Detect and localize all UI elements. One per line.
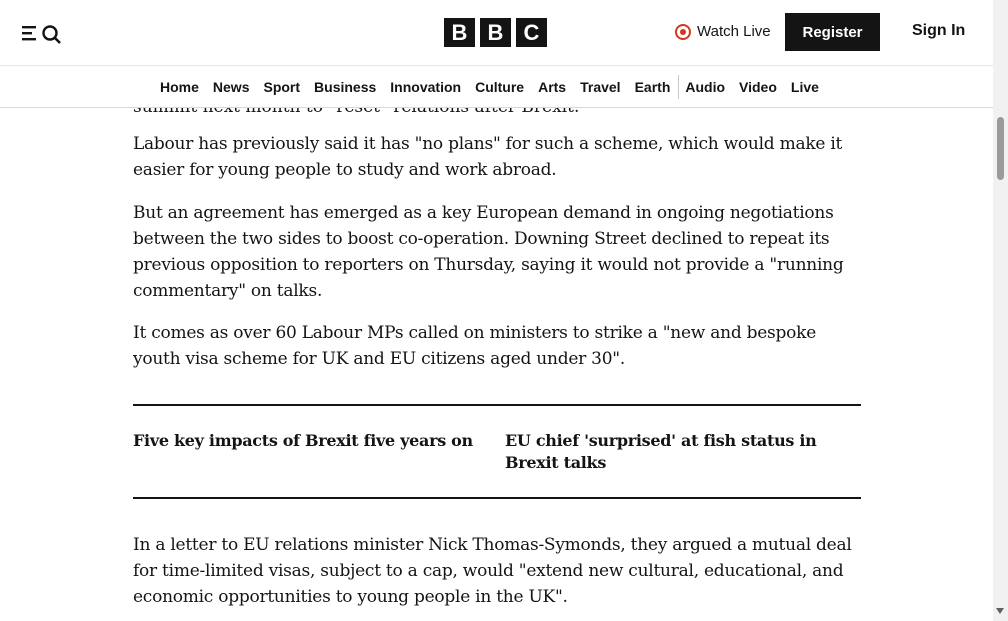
nav-item-audio[interactable]: Audio	[685, 79, 725, 95]
bbc-logo[interactable]: B B C	[444, 18, 547, 47]
nav-item-travel[interactable]: Travel	[580, 79, 620, 95]
nav-item-earth[interactable]: Earth	[635, 79, 671, 95]
article-paragraph: Labour has previously said it has "no pl…	[133, 134, 843, 180]
nav-item-innovation[interactable]: Innovation	[390, 79, 461, 95]
watch-live-label: Watch Live	[697, 23, 771, 40]
logo-letter: B	[444, 18, 475, 47]
watch-live-link[interactable]: Watch Live	[675, 23, 771, 40]
nav-item-home[interactable]: Home	[160, 79, 199, 95]
related-articles: Five key impacts of Brexit five years on…	[133, 404, 861, 499]
nav-item-culture[interactable]: Culture	[475, 79, 524, 95]
search-icon	[42, 25, 61, 44]
menu-search-button[interactable]	[20, 20, 64, 46]
nav-item-sport[interactable]: Sport	[263, 79, 300, 95]
related-article-link[interactable]: EU chief 'surprised' at fish status in B…	[505, 430, 861, 474]
live-dot-icon	[675, 23, 691, 40]
main-navigation: Home News Sport Business Innovation Cult…	[0, 66, 993, 108]
article-paragraph: In a letter to EU relations minister Nic…	[133, 535, 852, 607]
nav-item-live[interactable]: Live	[791, 79, 819, 95]
nav-item-business[interactable]: Business	[314, 79, 376, 95]
nav-items: Home News Sport Business Innovation Cult…	[160, 66, 833, 108]
nav-item-news[interactable]: News	[213, 79, 250, 95]
logo-letter: C	[516, 18, 547, 47]
nav-item-arts[interactable]: Arts	[538, 79, 566, 95]
logo-letter: B	[480, 18, 511, 47]
nav-item-video[interactable]: Video	[739, 79, 777, 95]
register-button[interactable]: Register	[785, 13, 880, 51]
nav-divider	[678, 75, 680, 99]
article-paragraph-clipped: summit next month to "reset" relations a…	[133, 108, 579, 120]
page-scrollbar[interactable]	[993, 0, 1008, 621]
top-header: B B C Watch Live Register Sign In	[0, 0, 993, 66]
article-paragraph: It comes as over 60 Labour MPs called on…	[133, 323, 817, 369]
article-paragraph: But an agreement has emerged as a key Eu…	[133, 203, 844, 301]
sign-in-link[interactable]: Sign In	[912, 22, 965, 40]
related-article-link[interactable]: Five key impacts of Brexit five years on	[133, 430, 483, 452]
scrollbar-thumb[interactable]	[997, 117, 1004, 180]
article-body: summit next month to "reset" relations a…	[133, 108, 863, 621]
scroll-down-arrow-icon[interactable]	[996, 608, 1004, 614]
